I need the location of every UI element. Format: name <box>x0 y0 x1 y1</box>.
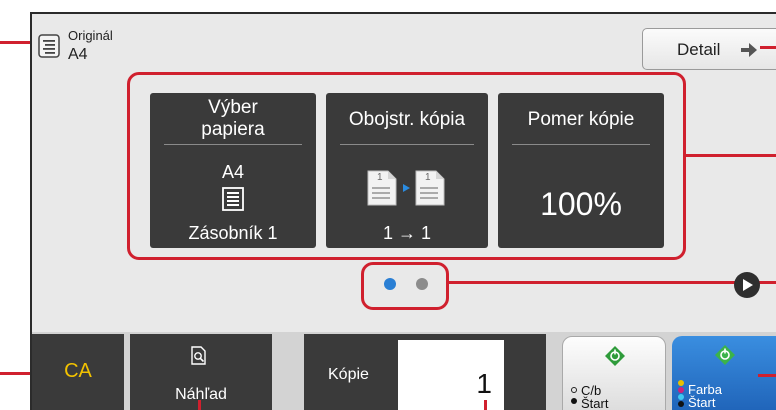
color-mode-dots <box>678 380 686 410</box>
bw-start-button[interactable]: C/b Štart <box>562 336 666 410</box>
ratio-tile-title: Pomer kópie <box>527 109 635 130</box>
clear-all-button[interactable]: CA <box>32 334 124 410</box>
callout-line-pager <box>447 281 776 284</box>
duplex-tile-title: Obojstr. kópia <box>348 109 466 130</box>
bw-mode-dots <box>571 387 579 407</box>
paper-select-tile[interactable]: Výber papiera A4 Zásobník 1 <box>150 93 316 248</box>
duplex-tile-divider <box>340 144 474 145</box>
copies-input[interactable]: 1 <box>398 340 504 410</box>
bottom-bar: CA Náhľad Kópie 1 C/b Štart Farba Štart <box>32 332 776 410</box>
clear-all-label: CA <box>64 360 92 382</box>
duplex-page-left: 1 <box>377 172 383 183</box>
callout-line-start <box>758 374 776 377</box>
duplex-page-right: 1 <box>425 172 431 183</box>
callout-line-preview <box>198 400 201 410</box>
ratio-value: 100% <box>540 186 622 222</box>
paper-tile-title-2: papiera <box>201 119 265 140</box>
copies-panel: Kópie 1 <box>304 334 546 410</box>
duplex-copy-tile[interactable]: Obojstr. kópia 1 1 1 → 1 <box>326 93 488 248</box>
play-icon <box>743 279 753 291</box>
preview-magnifier-icon <box>191 346 206 365</box>
color-start-button[interactable]: Farba Štart <box>672 336 776 410</box>
copies-label: Kópie <box>328 366 369 383</box>
callout-line-detail <box>760 46 776 49</box>
callout-line-tiles <box>684 154 776 157</box>
ratio-tile-divider <box>512 144 650 145</box>
paper-tray-label: Zásobník 1 <box>188 223 278 243</box>
duplex-mode: 1 → 1 <box>382 223 432 243</box>
paper-size: A4 <box>221 162 245 182</box>
preview-button[interactable]: Náhľad <box>130 334 272 410</box>
callout-line-copies <box>484 400 487 410</box>
arrow-right-icon <box>741 43 757 57</box>
copy-ratio-tile[interactable]: Pomer kópie 100% <box>498 93 664 248</box>
paper-tile-divider <box>164 144 302 145</box>
start-diamond-icon <box>715 345 735 365</box>
paper-tray-icon <box>222 187 244 211</box>
paper-tile-title-1: Výber <box>208 97 258 118</box>
detail-label: Detail <box>677 40 721 59</box>
original-document-icon <box>38 34 60 58</box>
original-label: Originál <box>68 28 113 43</box>
bw-start-label-2: Štart <box>581 396 609 410</box>
original-info[interactable]: Originál A4 <box>38 28 158 68</box>
copies-value: 1 <box>476 368 492 399</box>
next-page-button[interactable] <box>734 272 760 298</box>
preview-label: Náhľad <box>175 386 227 403</box>
start-diamond-icon <box>605 346 625 366</box>
color-start-label-2: Štart <box>688 395 716 410</box>
copy-panel: Originál A4 Detail Výber papiera A4 Záso… <box>30 12 776 410</box>
pager-dot-1[interactable] <box>384 278 396 290</box>
detail-button[interactable]: Detail <box>642 28 776 70</box>
callout-box-pager <box>361 262 449 310</box>
original-size: A4 <box>68 46 88 63</box>
pager-dot-2[interactable] <box>416 278 428 290</box>
